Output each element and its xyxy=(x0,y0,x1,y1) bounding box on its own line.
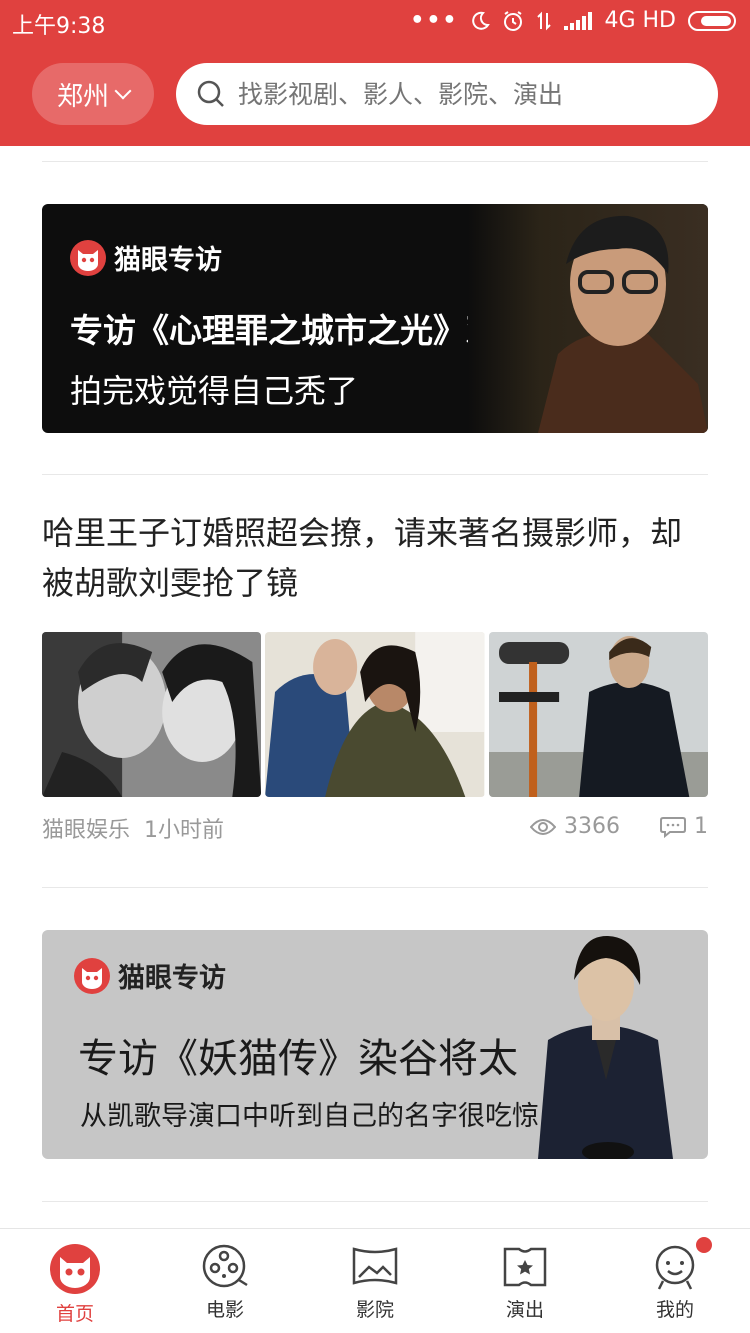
views-value: 3366 xyxy=(564,814,620,839)
brand-mark: 猫眼专访 xyxy=(70,238,222,277)
tab-label: 电影 xyxy=(205,1299,244,1321)
maoyan-logo-icon xyxy=(74,957,110,994)
data-transfer-icon xyxy=(537,11,552,30)
search-bar[interactable] xyxy=(176,63,718,125)
article-time: 1小时前 xyxy=(144,818,225,843)
comment-icon xyxy=(660,816,686,838)
chevron-down-icon xyxy=(114,82,132,100)
status-icons: ••• 4G HD xyxy=(410,8,736,33)
battery-icon xyxy=(688,10,736,31)
interview-banner[interactable]: 猫眼专访 专访《妖猫传》染谷将太 从凯歌导演口中听到自己的名字很吃惊 xyxy=(42,930,708,1159)
more-notifications-icon: ••• xyxy=(410,8,459,33)
cat-face-icon xyxy=(50,1244,100,1294)
divider xyxy=(42,1201,708,1202)
comment-count[interactable]: 1 xyxy=(660,814,708,839)
person-photo xyxy=(468,204,708,433)
tab-shows[interactable]: 演出 xyxy=(450,1229,600,1333)
banner-subtitle: 从凯歌导演口中听到自己的名字很吃惊 xyxy=(80,1101,539,1132)
tab-label: 影院 xyxy=(355,1299,394,1321)
eye-icon xyxy=(530,818,556,835)
tab-label: 首页 xyxy=(55,1303,94,1325)
film-reel-icon xyxy=(202,1244,248,1288)
maoyan-logo-icon xyxy=(70,239,106,276)
search-input[interactable] xyxy=(238,79,698,109)
thumbnail-image xyxy=(488,632,708,797)
network-type: 4G HD xyxy=(604,8,676,33)
profile-face-icon xyxy=(655,1245,695,1290)
search-icon xyxy=(197,80,224,107)
divider xyxy=(42,474,708,475)
signal-icon xyxy=(564,11,593,30)
brand-name: 猫眼专访 xyxy=(118,963,226,994)
article-source: 猫眼娱乐 xyxy=(42,818,131,843)
city-label: 郑州 xyxy=(56,81,109,112)
divider xyxy=(42,161,708,162)
banner-title: 专访《妖猫传》染谷将太 xyxy=(78,1036,518,1082)
cinema-screen-icon xyxy=(352,1247,398,1285)
app-header: 上午9:38 ••• 4G HD 郑州 xyxy=(0,0,750,146)
thumbnail-image xyxy=(42,632,262,797)
tab-home[interactable]: 首页 xyxy=(0,1229,150,1333)
bottom-tab-bar: 首页 电影 影院 演出 我的 xyxy=(0,1228,750,1333)
tab-cinemas[interactable]: 影院 xyxy=(300,1229,450,1333)
view-count: 3366 xyxy=(530,814,620,839)
tab-label: 我的 xyxy=(655,1299,694,1321)
article-thumbnails[interactable] xyxy=(42,632,708,797)
article-meta: 猫眼娱乐 1小时前 xyxy=(42,812,224,844)
alarm-icon xyxy=(504,10,523,31)
city-selector[interactable]: 郑州 xyxy=(32,63,154,125)
brand-name: 猫眼专访 xyxy=(114,245,222,276)
thumbnail-image xyxy=(265,632,485,797)
banner-title: 专访《心理罪之城市之光》邓超 xyxy=(70,311,532,350)
banner-subtitle: 拍完戏觉得自己秃了 xyxy=(70,372,359,410)
brand-mark: 猫眼专访 xyxy=(74,956,226,995)
tab-profile[interactable]: 我的 xyxy=(600,1229,750,1333)
article-stats: 3366 1 xyxy=(500,814,708,839)
divider xyxy=(42,887,708,888)
moon-icon xyxy=(472,11,491,30)
ticket-star-icon xyxy=(503,1247,547,1287)
interview-banner[interactable]: 猫眼专访 专访《心理罪之城市之光》邓超 拍完戏觉得自己秃了 xyxy=(42,204,708,433)
person-photo xyxy=(538,935,673,1159)
tab-label: 演出 xyxy=(505,1299,544,1321)
article-title[interactable]: 哈里王子订婚照超会撩，请来著名摄影师，却被胡歌刘雯抢了镜 xyxy=(42,508,682,608)
notification-badge xyxy=(696,1237,712,1253)
status-bar: 上午9:38 ••• 4G HD xyxy=(0,0,750,44)
comments-value: 1 xyxy=(694,814,708,839)
tab-movies[interactable]: 电影 xyxy=(150,1229,300,1333)
status-time: 上午9:38 xyxy=(12,14,106,39)
